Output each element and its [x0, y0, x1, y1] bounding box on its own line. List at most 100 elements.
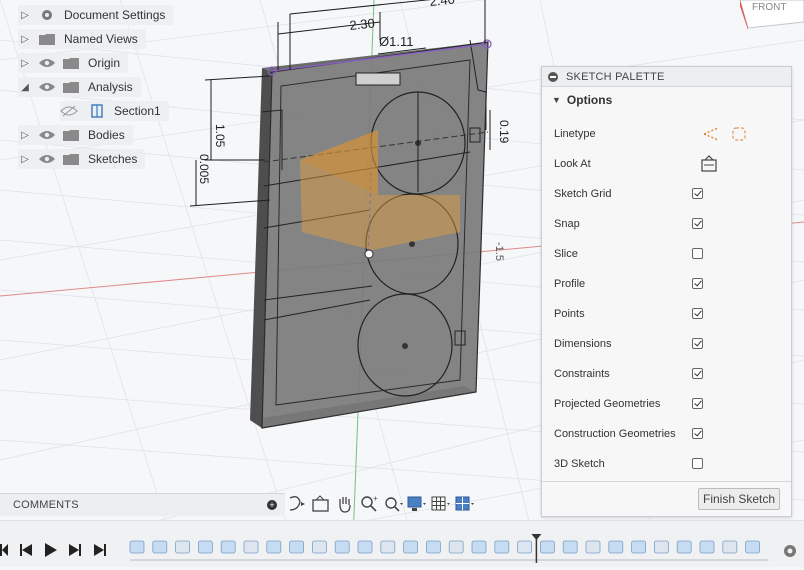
- 3d-sketch-checkbox[interactable]: [692, 458, 703, 469]
- timeline-feature[interactable]: [585, 540, 601, 554]
- expand-arrow-icon[interactable]: ▷: [18, 10, 32, 21]
- orbit-icon[interactable]: [286, 494, 308, 514]
- eye-icon[interactable]: [38, 81, 56, 93]
- timeline-marker[interactable]: [531, 534, 542, 563]
- timeline-settings-icon[interactable]: [784, 545, 796, 557]
- add-comment-icon[interactable]: +: [267, 500, 277, 510]
- sketch-grid-checkbox[interactable]: [692, 188, 703, 199]
- option-slice[interactable]: Slice: [554, 244, 784, 264]
- timeline-feature[interactable]: [220, 540, 236, 554]
- eye-icon[interactable]: [38, 153, 56, 165]
- browser-item-analysis[interactable]: ◢ Analysis: [18, 77, 141, 97]
- timeline-feature[interactable]: [722, 540, 738, 554]
- sketch-origin-point[interactable]: [364, 249, 374, 259]
- sketch-palette-header[interactable]: SKETCH PALETTE: [542, 67, 791, 87]
- options-section-header[interactable]: ▼ Options: [542, 87, 791, 113]
- eye-icon[interactable]: [38, 57, 56, 69]
- dimension-label[interactable]: 0.19: [497, 120, 511, 144]
- linetype-construction-icon[interactable]: [702, 126, 720, 145]
- timeline-feature[interactable]: [197, 540, 213, 554]
- timeline-feature[interactable]: [494, 540, 510, 554]
- timeline-feature[interactable]: [334, 540, 350, 554]
- collapse-arrow-icon[interactable]: ◢: [18, 82, 32, 93]
- browser-item-sketches[interactable]: ▷ Sketches: [18, 149, 146, 169]
- linetype-centerline-icon[interactable]: [730, 126, 748, 145]
- option-construction-geometries[interactable]: Construction Geometries: [554, 424, 784, 444]
- comments-bar[interactable]: COMMENTS +: [0, 493, 285, 516]
- option-points[interactable]: Points: [554, 304, 784, 324]
- browser-item-origin[interactable]: ▷ Origin: [18, 53, 129, 73]
- timeline-feature[interactable]: [152, 540, 168, 554]
- collapse-palette-icon[interactable]: [548, 71, 558, 82]
- constraints-checkbox[interactable]: [692, 368, 703, 379]
- expand-arrow-icon[interactable]: ▷: [18, 130, 32, 141]
- look-at-icon[interactable]: [310, 494, 332, 514]
- timeline-feature[interactable]: [608, 540, 624, 554]
- browser-item-document-settings[interactable]: ▷ Document Settings: [18, 5, 174, 25]
- timeline-feature[interactable]: [380, 540, 396, 554]
- dimension-label[interactable]: Ø1.11: [379, 34, 413, 49]
- timeline-feature[interactable]: [654, 540, 669, 554]
- projected-geometries-checkbox[interactable]: [692, 398, 703, 409]
- option-profile[interactable]: Profile: [554, 274, 784, 294]
- timeline-feature[interactable]: [562, 540, 578, 554]
- option-dimensions[interactable]: Dimensions: [554, 334, 784, 354]
- step-forward-icon[interactable]: [69, 544, 81, 556]
- timeline-feature[interactable]: [699, 540, 715, 554]
- skip-to-start-icon[interactable]: [0, 544, 8, 556]
- browser-item-bodies[interactable]: ▷ Bodies: [18, 125, 133, 145]
- eye-icon[interactable]: [38, 129, 56, 141]
- timeline-feature[interactable]: [448, 540, 464, 554]
- option-3d-sketch[interactable]: 3D Sketch: [554, 454, 784, 474]
- timeline-feature[interactable]: [175, 540, 191, 554]
- timeline-feature[interactable]: [631, 540, 646, 554]
- dimensions-checkbox[interactable]: [692, 338, 703, 349]
- dimension-label[interactable]: 0.005: [197, 154, 211, 184]
- timeline-feature[interactable]: [311, 540, 327, 554]
- step-back-icon[interactable]: [20, 544, 32, 556]
- expand-arrow-icon[interactable]: ▷: [18, 154, 32, 165]
- eye-hidden-icon[interactable]: [60, 105, 78, 117]
- timeline-feature[interactable]: [357, 540, 373, 554]
- browser-item-named-views[interactable]: ▷ Named Views: [18, 29, 146, 49]
- option-sketch-grid[interactable]: Sketch Grid: [554, 184, 784, 204]
- collapse-triangle-icon[interactable]: ▼: [552, 95, 561, 105]
- option-constraints[interactable]: Constraints: [554, 364, 784, 384]
- option-snap[interactable]: Snap: [554, 214, 784, 234]
- timeline-feature[interactable]: [129, 540, 145, 554]
- dimension-label[interactable]: 2.30: [349, 15, 376, 33]
- timeline-feature[interactable]: [289, 540, 305, 554]
- finish-sketch-button[interactable]: Finish Sketch: [698, 488, 780, 510]
- grid-icon[interactable]: [430, 494, 452, 514]
- zoom-icon[interactable]: +: [358, 494, 380, 514]
- dimension-label[interactable]: -1.5: [493, 242, 505, 261]
- profile-checkbox[interactable]: [692, 278, 703, 289]
- timeline-feature[interactable]: [745, 540, 760, 554]
- timeline-feature[interactable]: [517, 540, 532, 554]
- dimension-label[interactable]: 1.05: [213, 124, 227, 148]
- slice-checkbox[interactable]: [692, 248, 703, 259]
- construction-geometries-checkbox[interactable]: [692, 428, 703, 439]
- skip-to-end-icon[interactable]: [94, 544, 106, 556]
- option-label: Dimensions: [554, 338, 612, 350]
- expand-arrow-icon[interactable]: ▷: [18, 58, 32, 69]
- option-projected-geometries[interactable]: Projected Geometries: [554, 394, 784, 414]
- view-cube-face-label[interactable]: FRONT: [752, 2, 786, 13]
- look-at-icon[interactable]: [700, 155, 718, 176]
- viewports-icon[interactable]: [454, 494, 476, 514]
- browser-item-section1[interactable]: Section1: [60, 101, 169, 121]
- expand-arrow-icon[interactable]: ▷: [18, 34, 32, 45]
- timeline-feature[interactable]: [403, 540, 419, 554]
- pan-icon[interactable]: [334, 494, 356, 514]
- timeline-feature[interactable]: [471, 540, 487, 554]
- display-settings-icon[interactable]: [406, 494, 428, 514]
- timeline-feature[interactable]: [676, 540, 692, 554]
- timeline-feature[interactable]: [266, 540, 282, 554]
- snap-checkbox[interactable]: [692, 218, 703, 229]
- timeline-feature[interactable]: [243, 540, 259, 554]
- timeline-feature[interactable]: [540, 540, 555, 554]
- play-icon[interactable]: [45, 543, 57, 557]
- points-checkbox[interactable]: [692, 308, 703, 319]
- fit-icon[interactable]: [382, 494, 404, 514]
- timeline-feature[interactable]: [425, 540, 441, 554]
